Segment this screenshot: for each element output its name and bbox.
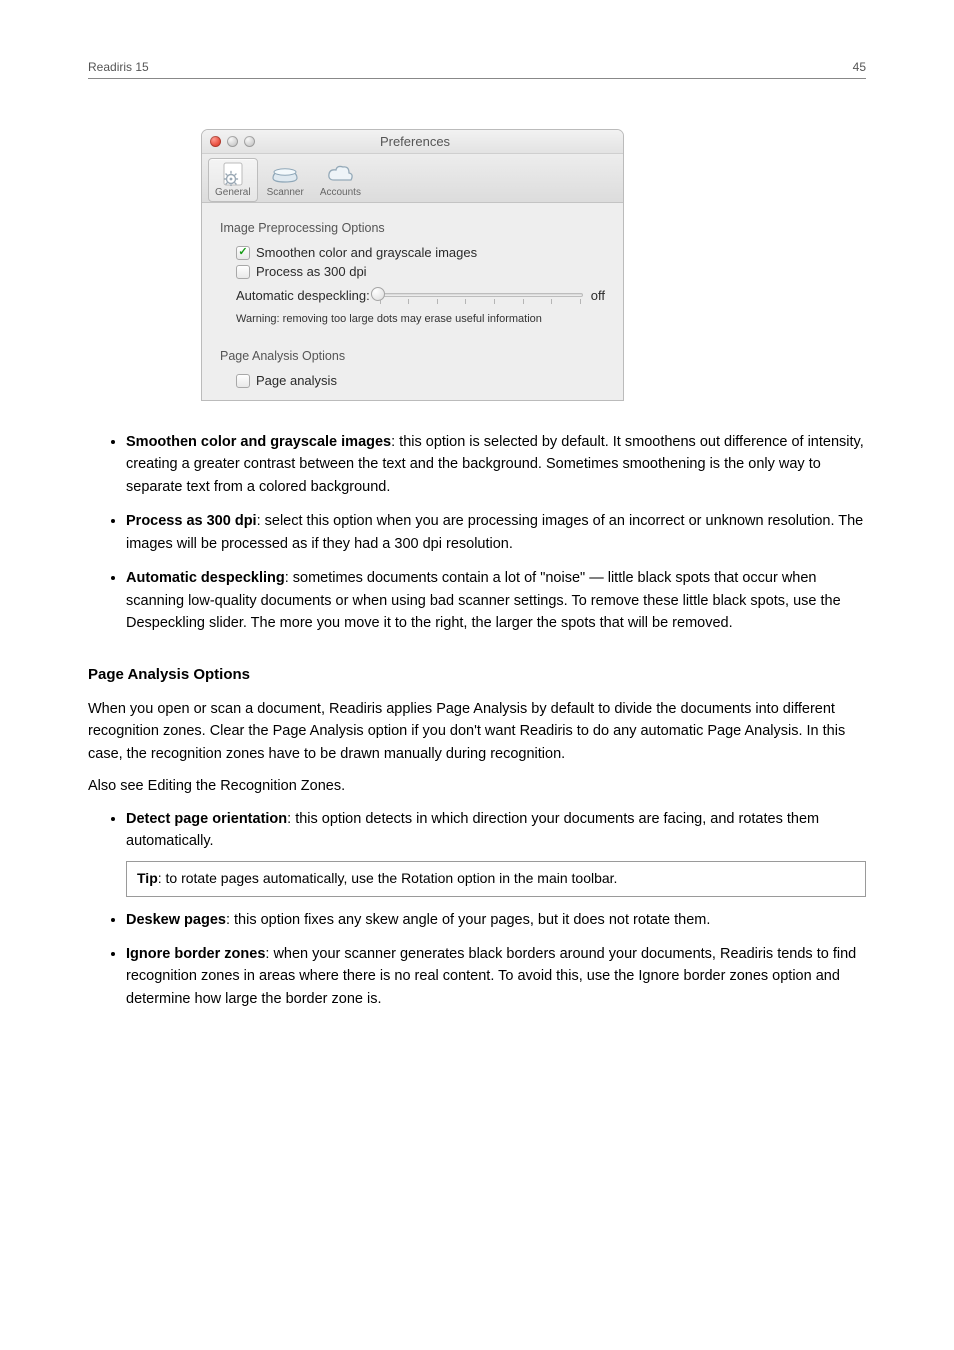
slider-row-despeckling: Automatic despeckling: off bbox=[236, 287, 605, 303]
subsection-intro: When you open or scan a document, Readir… bbox=[88, 698, 866, 765]
options-list-upper: Smoothen color and grayscale images: thi… bbox=[88, 431, 866, 635]
tab-label: Scanner bbox=[267, 187, 304, 198]
doc-header-right: 45 bbox=[853, 60, 866, 74]
list-item-title: Detect page orientation bbox=[126, 811, 287, 827]
tab-label: General bbox=[215, 187, 251, 198]
checkbox-row-smoothen: Smoothen color and grayscale images bbox=[236, 245, 605, 260]
list-item-title: Smoothen color and grayscale images bbox=[126, 434, 391, 450]
list-item: Detect page orientation: this option det… bbox=[126, 808, 866, 897]
window-controls bbox=[210, 136, 255, 147]
subsection-heading: Page Analysis Options bbox=[88, 663, 866, 686]
list-item-title: Process as 300 dpi bbox=[126, 513, 257, 529]
options-list-lower: Detect page orientation: this option det… bbox=[88, 808, 866, 1011]
despeckling-slider[interactable] bbox=[378, 287, 583, 303]
checkbox-smoothen[interactable] bbox=[236, 246, 250, 260]
tab-general[interactable]: General bbox=[208, 158, 258, 202]
slider-knob[interactable] bbox=[371, 287, 385, 301]
section-title-image-preprocessing: Image Preprocessing Options bbox=[220, 221, 605, 235]
section-title-page-analysis: Page Analysis Options bbox=[220, 349, 605, 363]
zoom-icon[interactable] bbox=[244, 136, 255, 147]
tip-box: Tip: to rotate pages automatically, use … bbox=[126, 861, 866, 897]
list-item-title: Automatic despeckling bbox=[126, 570, 285, 586]
checkbox-300dpi[interactable] bbox=[236, 265, 250, 279]
prefs-toolbar: General Scanner Accounts bbox=[202, 154, 623, 203]
warning-text: Warning: removing too large dots may era… bbox=[236, 313, 605, 325]
checkbox-row-300dpi: Process as 300 dpi bbox=[236, 264, 605, 279]
list-item: Automatic despeckling: sometimes documen… bbox=[126, 567, 866, 634]
checkbox-label: Page analysis bbox=[256, 373, 337, 388]
gear-icon bbox=[218, 161, 248, 187]
slider-label: Automatic despeckling: bbox=[236, 288, 370, 303]
tab-label: Accounts bbox=[320, 187, 361, 198]
tab-accounts[interactable]: Accounts bbox=[313, 158, 368, 202]
list-item: Smoothen color and grayscale images: thi… bbox=[126, 431, 866, 498]
checkbox-label: Process as 300 dpi bbox=[256, 264, 367, 279]
scanner-icon bbox=[270, 161, 300, 187]
page-divider bbox=[88, 78, 866, 79]
subsection-seealso: Also see Editing the Recognition Zones. bbox=[88, 775, 866, 797]
list-item-title: Ignore border zones bbox=[126, 946, 265, 962]
window-titlebar: Preferences bbox=[202, 130, 623, 154]
minimize-icon[interactable] bbox=[227, 136, 238, 147]
list-item: Ignore border zones: when your scanner g… bbox=[126, 943, 866, 1010]
list-item: Deskew pages: this option fixes any skew… bbox=[126, 909, 866, 931]
cloud-icon bbox=[325, 161, 355, 187]
window-title: Preferences bbox=[255, 134, 615, 149]
tip-label: Tip bbox=[137, 870, 158, 886]
list-item-text: : this option fixes any skew angle of yo… bbox=[226, 912, 710, 928]
prefs-body: Image Preprocessing Options Smoothen col… bbox=[202, 203, 623, 400]
checkbox-page-analysis[interactable] bbox=[236, 374, 250, 388]
list-item-title: Deskew pages bbox=[126, 912, 226, 928]
list-item: Process as 300 dpi: select this option w… bbox=[126, 510, 866, 555]
tab-scanner[interactable]: Scanner bbox=[260, 158, 311, 202]
checkbox-row-page-analysis: Page analysis bbox=[236, 373, 605, 388]
preferences-window: Preferences General bbox=[201, 129, 624, 401]
close-icon[interactable] bbox=[210, 136, 221, 147]
doc-header-left: Readiris 15 bbox=[88, 60, 149, 74]
tip-text: : to rotate pages automatically, use the… bbox=[158, 870, 618, 886]
checkbox-label: Smoothen color and grayscale images bbox=[256, 245, 477, 260]
slider-value: off bbox=[591, 288, 605, 303]
